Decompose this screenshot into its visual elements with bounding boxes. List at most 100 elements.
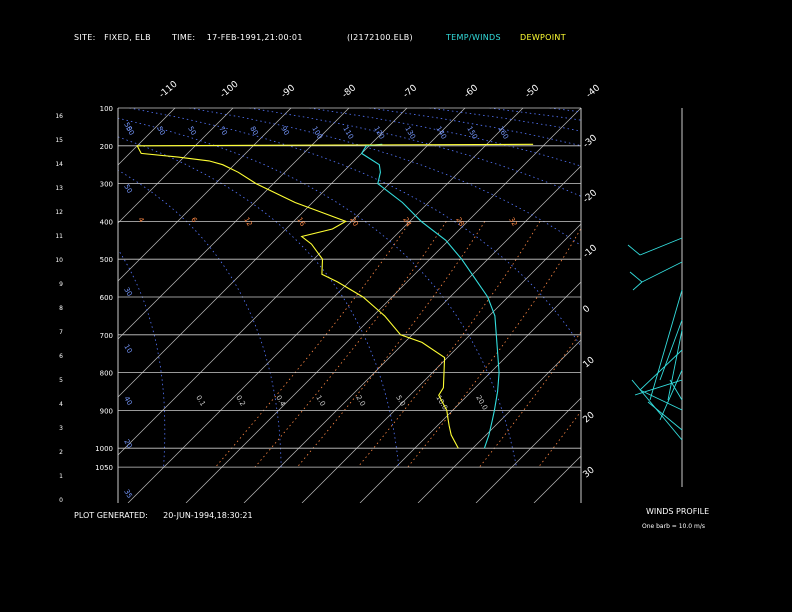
height-tick-2: 2 bbox=[59, 449, 63, 456]
isotherm-top-label: -80 bbox=[341, 83, 359, 100]
isobar-label-1000: 1000 bbox=[95, 445, 113, 453]
wind-barb bbox=[639, 237, 683, 256]
mixing-ratio-line bbox=[296, 221, 486, 468]
isotherm-top-label: -40 bbox=[585, 83, 603, 100]
mixing-upper-label: 12 bbox=[242, 216, 253, 228]
height-tick-6: 6 bbox=[59, 353, 63, 360]
isotherm-top-label: -100 bbox=[219, 79, 241, 100]
height-tick-5: 5 bbox=[59, 377, 63, 384]
height-tick-12: 12 bbox=[55, 209, 63, 216]
mixing-lower-label: 1.0 bbox=[314, 394, 326, 408]
dry-adiabat bbox=[118, 248, 166, 468]
isobar-label-700: 700 bbox=[100, 332, 113, 340]
wind-barb bbox=[639, 389, 683, 411]
isobar-label-300: 300 bbox=[100, 181, 113, 189]
isotherm-line bbox=[118, 108, 408, 398]
isotherm-line bbox=[359, 281, 581, 503]
mixing-lower-label: 0.4 bbox=[274, 394, 287, 408]
dry-adiabat bbox=[670, 108, 792, 467]
isotherm-line bbox=[118, 108, 234, 224]
isobar-label-600: 600 bbox=[100, 294, 113, 302]
height-tick-1: 1 bbox=[59, 473, 63, 480]
dry-adiabat bbox=[429, 108, 581, 132]
dry-adiabat bbox=[129, 108, 581, 348]
mixing-lower-label: 10.0 bbox=[434, 394, 449, 412]
mixing-upper-label: 6 bbox=[189, 216, 198, 224]
isotherm-line bbox=[592, 108, 792, 503]
isotherm-line bbox=[475, 397, 581, 503]
dry-adiabat bbox=[249, 108, 581, 197]
mixing-ratio-line bbox=[407, 227, 581, 468]
isotherm-line bbox=[301, 223, 581, 503]
isotherm-line bbox=[650, 108, 792, 503]
mixing-upper-label: 32 bbox=[507, 216, 518, 228]
isobar-label-1050: 1050 bbox=[95, 464, 113, 472]
plot-generated-value: 20-JUN-1994,18:30:21 bbox=[163, 511, 253, 520]
wind-barb bbox=[631, 379, 683, 441]
isotherm-line bbox=[533, 455, 581, 503]
height-tick-7: 7 bbox=[59, 329, 63, 336]
dotted-upper-label: 50 bbox=[155, 125, 166, 137]
mixing-lower-label: 20.0 bbox=[474, 394, 489, 412]
isotherm-right-label: 10 bbox=[582, 355, 597, 370]
dry-adiabat bbox=[610, 108, 792, 467]
wind-barb bbox=[641, 261, 683, 283]
isotherm-line bbox=[127, 108, 524, 503]
isotherm-line bbox=[118, 108, 350, 340]
mixing-lower-label: 2.0 bbox=[354, 394, 366, 408]
winds-profile-title: WINDS PROFILE bbox=[646, 507, 710, 516]
plot-generated-label: PLOT GENERATED: bbox=[74, 511, 148, 520]
height-tick-10: 10 bbox=[55, 257, 63, 264]
mixing-lower-label: 0.2 bbox=[234, 394, 246, 408]
isobar-label-100: 100 bbox=[100, 105, 113, 113]
isotherm-right-label: 0 bbox=[582, 304, 593, 316]
mixing-ratio-line bbox=[479, 331, 581, 468]
dotted-upper-label: 150 bbox=[465, 125, 479, 141]
isotherm-right-label: -20 bbox=[582, 188, 600, 205]
mixing-lower-label: 0.1 bbox=[194, 394, 206, 408]
barb-note: One barb = 10.0 m/s bbox=[642, 523, 705, 530]
skew-t-chart: 1002003004005006007008009001000105001234… bbox=[0, 79, 792, 504]
height-tick-15: 15 bbox=[55, 137, 63, 144]
isobar-label-500: 500 bbox=[100, 256, 113, 264]
dry-adiabat bbox=[118, 169, 282, 468]
dry-adiabat bbox=[309, 108, 581, 167]
wind-barb bbox=[649, 289, 683, 401]
isotherm-line bbox=[417, 339, 581, 503]
wind-barb bbox=[647, 401, 683, 431]
mixing-upper-label: 4 bbox=[136, 216, 145, 224]
isotherm-line bbox=[0, 108, 1, 503]
wind-barb bbox=[632, 281, 643, 291]
isotherm-top-label: -60 bbox=[463, 83, 481, 100]
isotherm-top-label: -110 bbox=[158, 79, 180, 100]
height-tick-16: 16 bbox=[55, 113, 63, 120]
isotherm-top-label: -70 bbox=[402, 83, 420, 100]
mixing-upper-label: 20 bbox=[348, 216, 359, 228]
height-tick-13: 13 bbox=[55, 185, 63, 192]
height-tick-0: 0 bbox=[59, 497, 63, 504]
height-tick-11: 11 bbox=[55, 233, 63, 240]
isotherm-right-label: -10 bbox=[582, 243, 600, 260]
dotted-upper-label: 100 bbox=[310, 125, 324, 141]
height-tick-3: 3 bbox=[59, 425, 63, 432]
dotted-upper-label: 90 bbox=[279, 125, 290, 137]
dry-adiabat bbox=[118, 136, 400, 468]
dotted-upper-label: 120 bbox=[372, 125, 386, 141]
dotted-left-label: 50 bbox=[122, 183, 133, 195]
isotherm-line bbox=[243, 165, 581, 503]
wind-barb bbox=[629, 271, 643, 283]
height-tick-4: 4 bbox=[59, 401, 63, 408]
mixing-ratio-line bbox=[254, 221, 447, 468]
dotted-left-label: 40 bbox=[122, 395, 133, 407]
mixing-ratio-line bbox=[215, 221, 411, 468]
isotherm-top-label: -90 bbox=[280, 83, 298, 100]
isobar-label-800: 800 bbox=[100, 370, 113, 378]
isobar-label-200: 200 bbox=[100, 143, 113, 151]
mixing-upper-label: 24 bbox=[401, 216, 413, 228]
dotted-left-label: 30 bbox=[122, 286, 133, 298]
isotherm-right-label: 30 bbox=[582, 465, 597, 480]
height-tick-9: 9 bbox=[59, 281, 63, 288]
dry-adiabat bbox=[189, 108, 581, 247]
mixing-upper-label: 28 bbox=[454, 216, 465, 228]
mixing-ratio-line bbox=[357, 221, 541, 468]
